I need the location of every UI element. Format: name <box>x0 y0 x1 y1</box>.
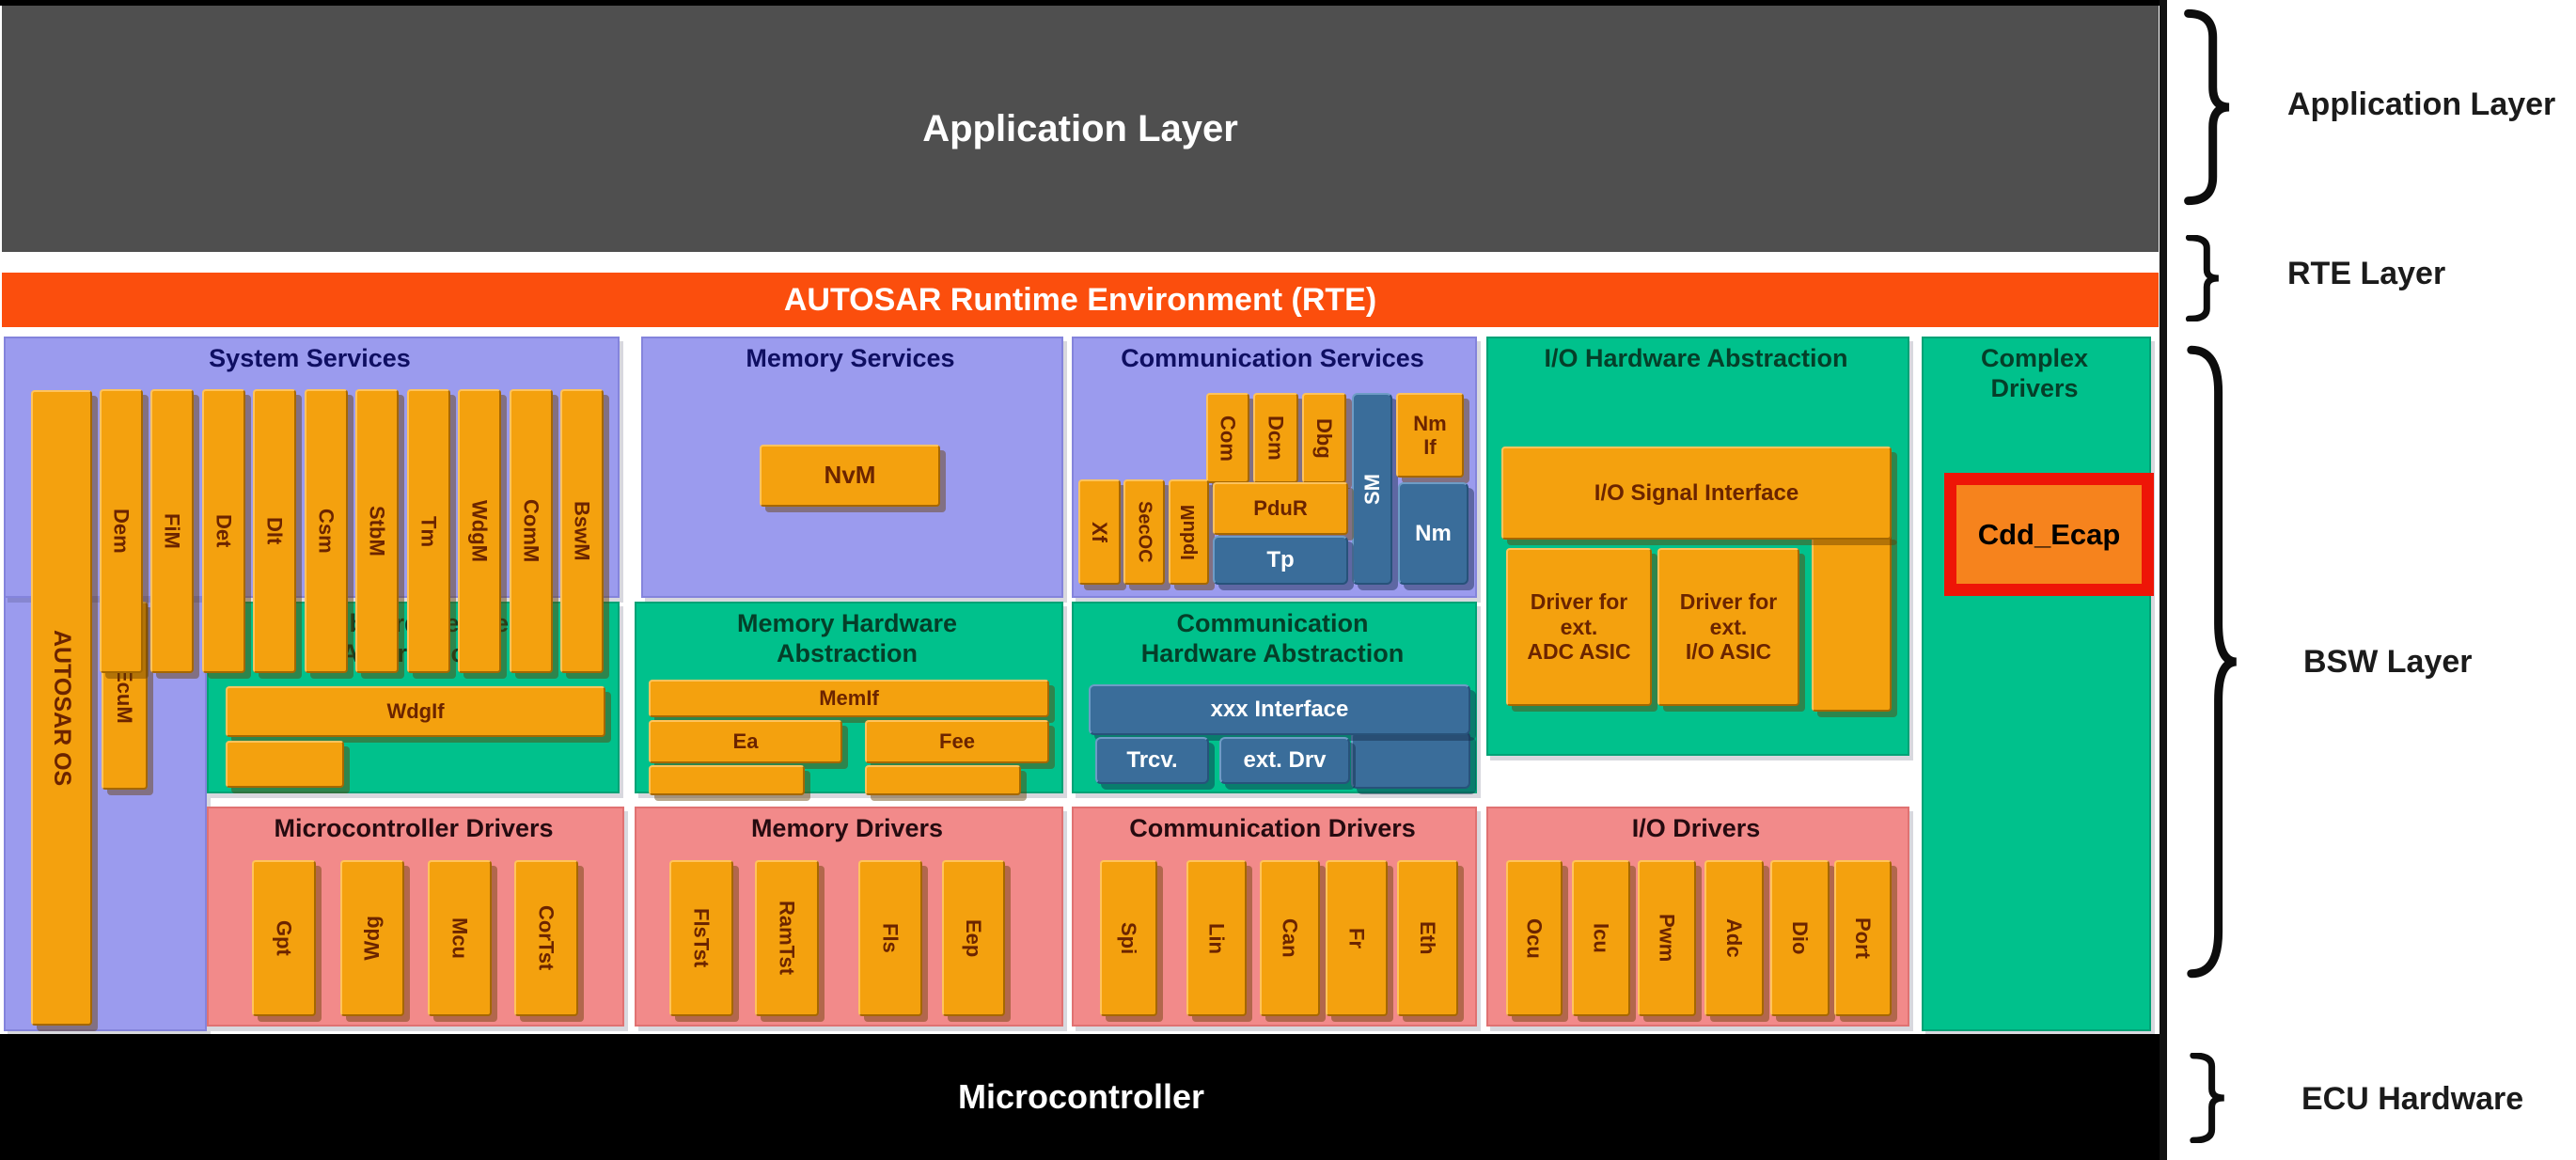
module-ea-unlabeled <box>649 765 805 795</box>
module-eth: Eth <box>1397 860 1458 1016</box>
title-microcontroller-drivers: Microcontroller Drivers <box>207 814 620 844</box>
module-mcu: Mcu <box>428 860 492 1016</box>
rte-layer-brace-icon <box>2181 235 2221 321</box>
module-fim: FiM <box>150 389 194 673</box>
title-communication-services: Communication Services <box>1072 344 1473 374</box>
side-label-rte-layer: RTE Layer <box>2287 256 2445 292</box>
module-onboard-unlabeled <box>226 741 344 788</box>
microcontroller-banner: Microcontroller <box>0 1034 2162 1160</box>
module-ocu: Ocu <box>1506 860 1563 1016</box>
module-trcv: Trcv. <box>1095 737 1209 784</box>
module-memif: MemIf <box>649 680 1049 717</box>
module-io-signal-interface: I/O Signal Interface <box>1501 447 1892 540</box>
module-nvm: NvM <box>760 445 940 507</box>
module-cdd-ecap: Cdd_Ecap <box>1944 473 2154 596</box>
module-nm-if: Nm If <box>1396 393 1464 478</box>
module-wdgm: WdgM <box>458 389 501 673</box>
module-dcm: Dcm <box>1253 393 1298 483</box>
module-eep: Eep <box>942 860 1005 1016</box>
application-layer-banner: Application Layer <box>2 6 2159 252</box>
side-label-application-layer: Application Layer <box>2287 86 2555 123</box>
module-can: Can <box>1260 860 1320 1016</box>
bsw-layer-brace-icon <box>2179 340 2239 983</box>
module-gpt: Gpt <box>252 860 316 1016</box>
application-layer-brace-icon <box>2177 8 2232 207</box>
title-io-hw-abstraction: I/O Hardware Abstraction <box>1486 344 1906 374</box>
module-dem: Dem <box>100 389 143 673</box>
module-nm: Nm <box>1398 482 1469 585</box>
module-ramtst: RamTst <box>755 860 819 1016</box>
vertical-divider-line <box>2160 0 2167 1160</box>
ecu-hardware-brace-icon <box>2185 1053 2226 1143</box>
module-icu: Icu <box>1572 860 1630 1016</box>
module-dlt: Dlt <box>253 389 296 673</box>
module-ea: Ea <box>649 720 842 763</box>
title-memory-hw-abstraction: Memory Hardware Abstraction <box>635 609 1060 669</box>
module-driver-ext-io-asic: Driver for ext. I/O ASIC <box>1657 548 1799 706</box>
module-driver-ext-adc-asic: Driver for ext. ADC ASIC <box>1506 548 1652 706</box>
module-io-signal-interface-leg <box>1812 534 1892 712</box>
title-memory-drivers: Memory Drivers <box>635 814 1060 844</box>
module-xf: Xf <box>1078 479 1121 585</box>
module-com: Com <box>1206 393 1249 483</box>
module-fee: Fee <box>865 720 1049 763</box>
title-communication-drivers: Communication Drivers <box>1072 814 1473 844</box>
rte-banner: AUTOSAR Runtime Environment (RTE) <box>2 273 2159 327</box>
module-pwm: Pwm <box>1638 860 1696 1016</box>
title-communication-hw-abstraction: Communication Hardware Abstraction <box>1072 609 1473 669</box>
module-secoc: SecOC <box>1123 479 1165 585</box>
module-lin: Lin <box>1186 860 1247 1016</box>
title-complex-drivers: Complex Drivers <box>1922 344 2147 404</box>
autosar-architecture-diagram: Application Layer AUTOSAR Runtime Enviro… <box>0 0 2576 1160</box>
side-label-ecu-hardware: ECU Hardware <box>2301 1081 2523 1118</box>
module-xxx-interface: xxx Interface <box>1089 684 1470 735</box>
module-ipdum: IpduM <box>1169 479 1209 585</box>
module-spi: Spi <box>1100 860 1157 1016</box>
module-cortst: CorTst <box>514 860 578 1016</box>
module-wdgif: WdgIf <box>226 686 605 737</box>
module-comm-hw-leg <box>1351 731 1470 789</box>
module-pdur: PduR <box>1213 482 1348 535</box>
module-fee-unlabeled <box>865 765 1021 795</box>
module-ext-drv: ext. Drv <box>1219 737 1350 784</box>
module-wdg: Wdg <box>340 860 404 1016</box>
side-label-bsw-layer: BSW Layer <box>2303 644 2473 681</box>
module-tp: Tp <box>1213 536 1348 585</box>
title-system-services: System Services <box>4 344 616 374</box>
module-adc: Adc <box>1704 860 1764 1016</box>
module-fls: Fls <box>858 860 922 1016</box>
module-tm: Tm <box>407 389 450 673</box>
module-stbm: StbM <box>355 389 399 673</box>
module-dbg: Dbg <box>1302 393 1346 483</box>
title-memory-services: Memory Services <box>641 344 1060 374</box>
module-det: Det <box>202 389 245 673</box>
module-sm: SM <box>1352 393 1392 585</box>
module-port: Port <box>1834 860 1892 1016</box>
panel-complex-drivers <box>1922 337 2151 1031</box>
module-comm: ComM <box>510 389 553 673</box>
module-autosar-os: AUTOSAR OS <box>31 390 92 1026</box>
module-flstst: FlsTst <box>669 860 733 1016</box>
module-fr: Fr <box>1326 860 1388 1016</box>
module-bswm: BswM <box>560 389 604 673</box>
module-csm: Csm <box>305 389 348 673</box>
module-dio: Dio <box>1770 860 1830 1016</box>
title-io-drivers: I/O Drivers <box>1486 814 1906 844</box>
